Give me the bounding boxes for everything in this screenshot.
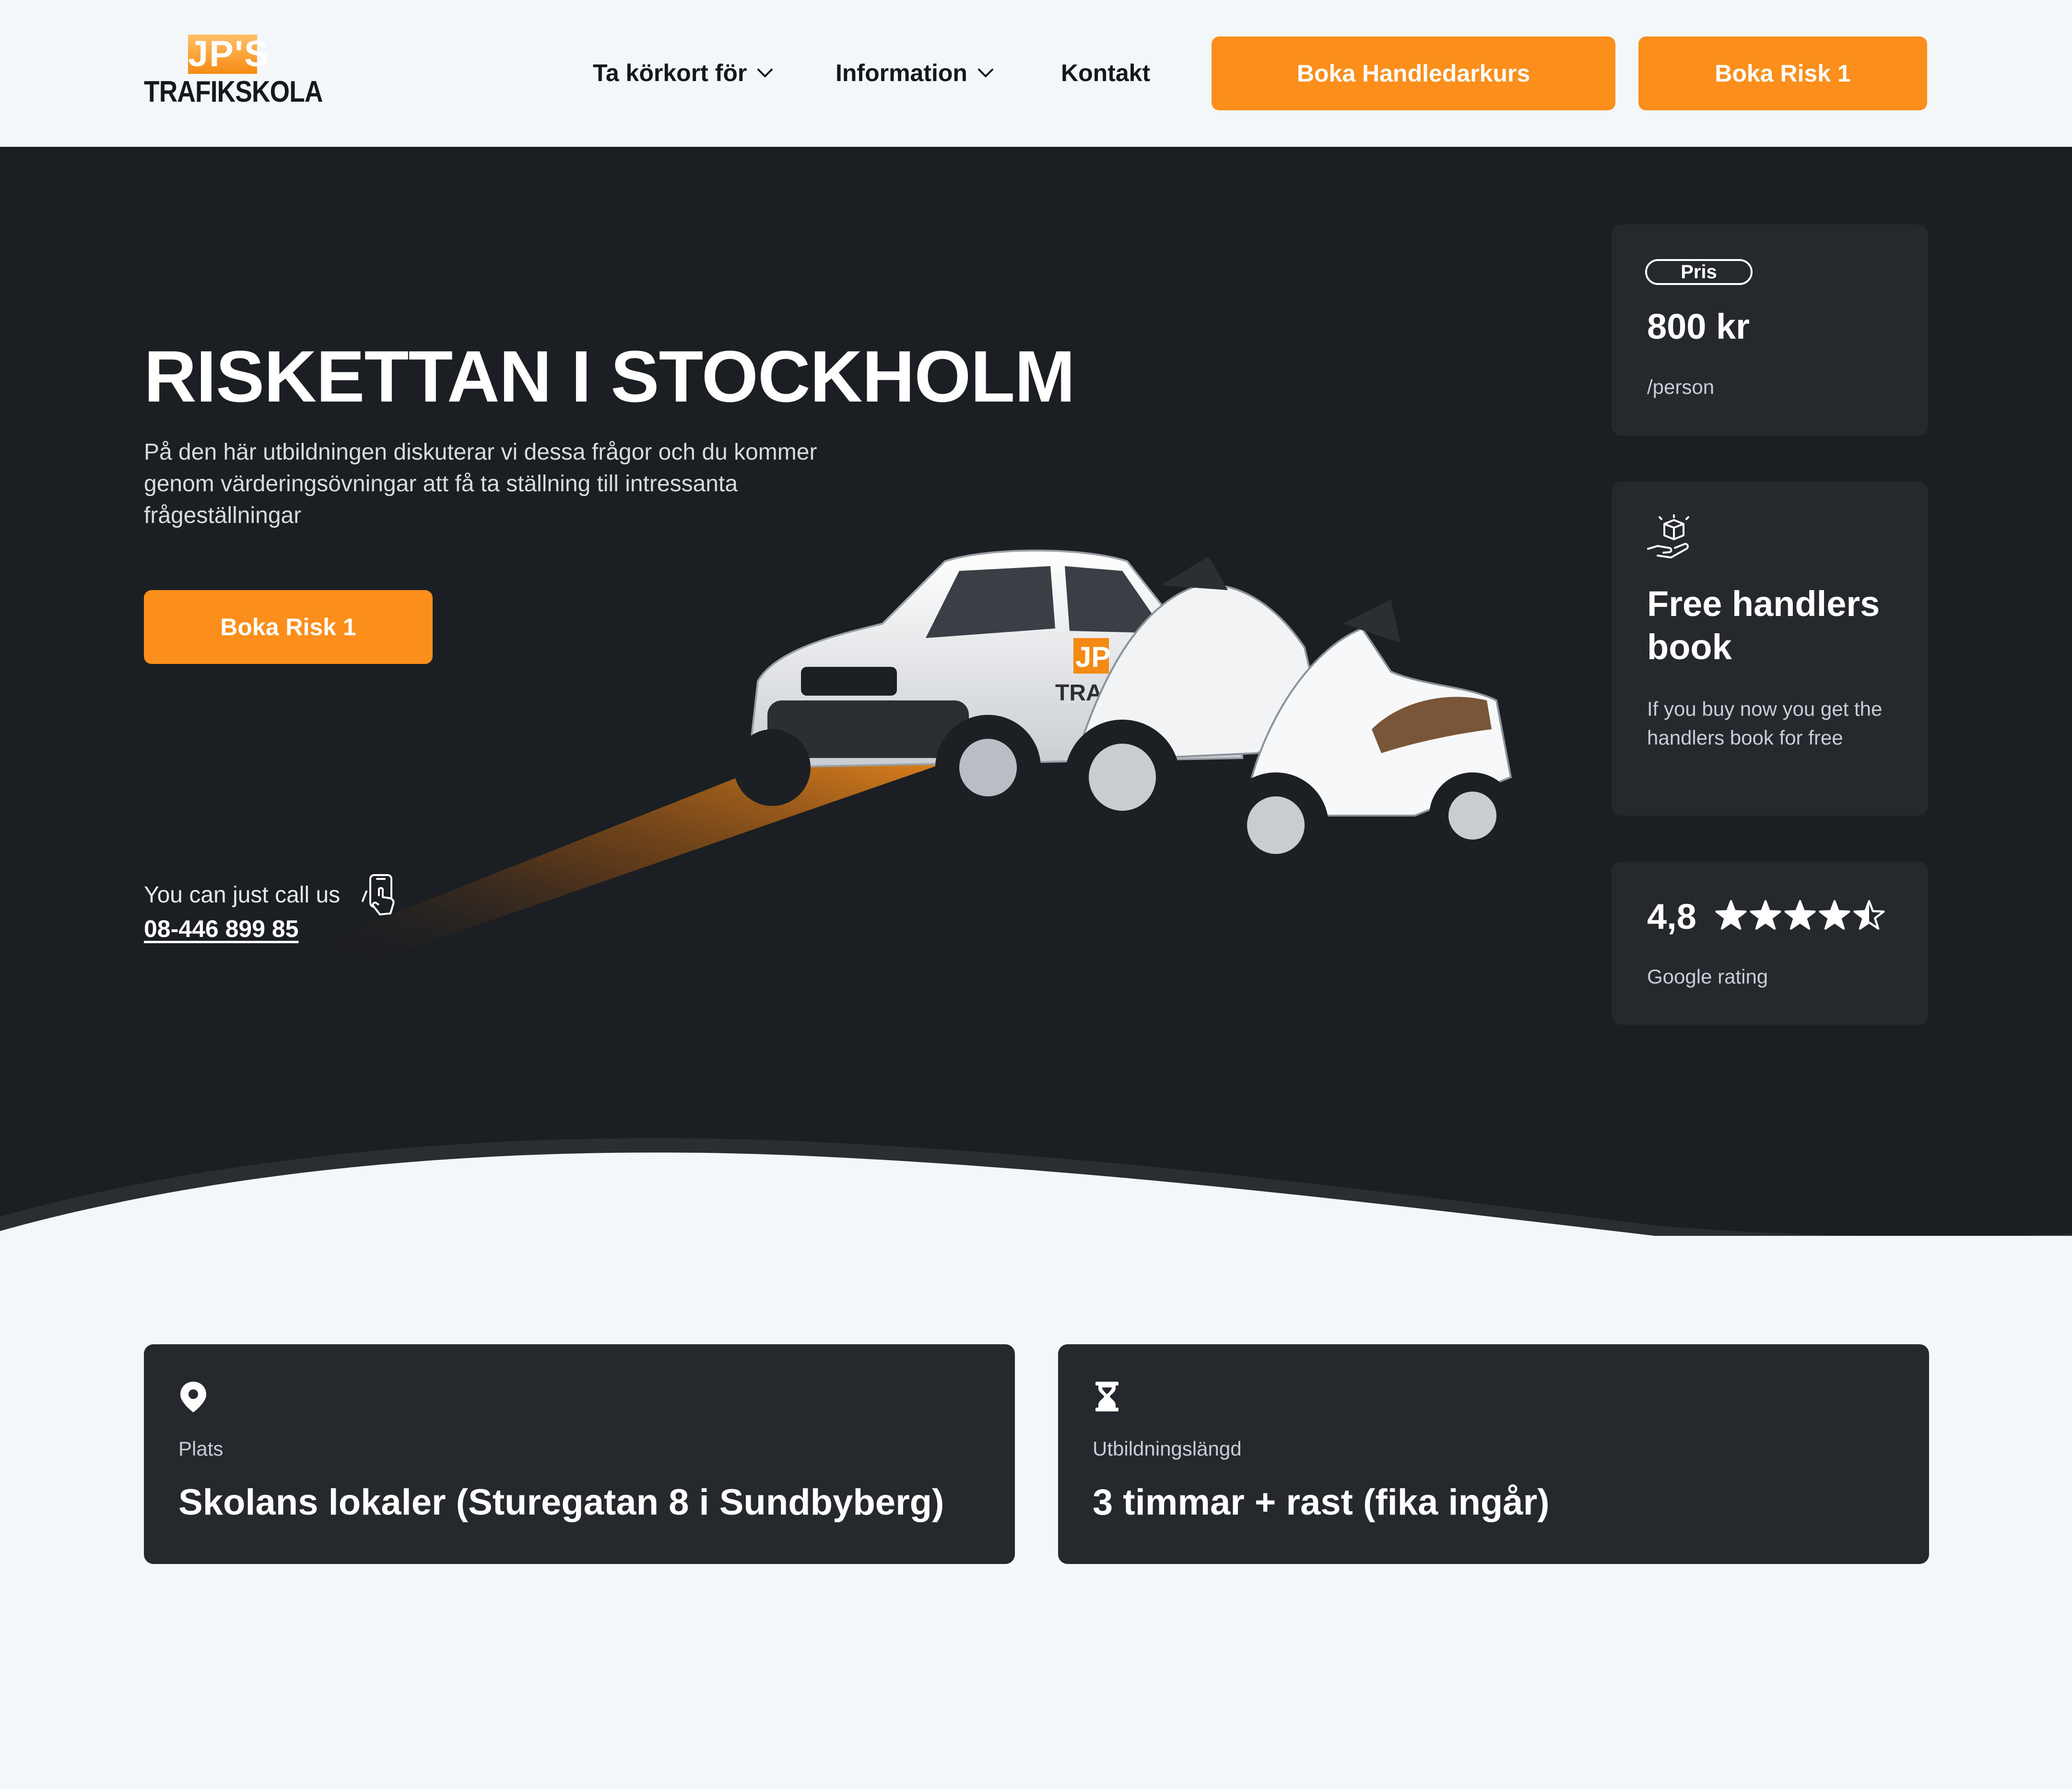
nav-item-information[interactable]: Information [836, 53, 994, 93]
phone-number-link[interactable]: 08-446 899 85 [144, 914, 299, 943]
hero-wave [0, 1138, 2072, 1236]
duration-card: Utbildningslängd 3 timmar + rast (fika i… [1058, 1344, 1929, 1564]
star-icon [1853, 900, 1885, 930]
hand-box-icon [1647, 514, 1689, 558]
duration-value: 3 timmar + rast (fika ingår) [1093, 1482, 1550, 1523]
rating-card [1612, 862, 1928, 1025]
rating-stars [1715, 899, 1885, 936]
location-pin-icon [180, 1382, 206, 1412]
phone-tap-icon [362, 874, 395, 915]
hero-description: På den här utbildningen diskuterar vi de… [144, 439, 817, 528]
chevron-down-icon [757, 69, 773, 77]
page-title: RISKETTAN I STOCKHOLM [144, 336, 1075, 417]
star-icon [1784, 900, 1816, 930]
duration-label: Utbildningslängd [1093, 1437, 1242, 1460]
nav-item-label: Kontakt [1061, 59, 1151, 86]
chevron-down-icon [977, 69, 993, 77]
free-book-description: If you buy now you get the handlers book… [1647, 698, 1883, 749]
free-book-title: Free handlers book [1647, 584, 1880, 667]
price-value: 800 kr [1647, 307, 1750, 346]
place-label: Plats [178, 1437, 224, 1460]
nav-item-label: Ta körkort för [593, 59, 747, 86]
price-unit: /person [1647, 376, 1715, 398]
car-badge-text: JP [1075, 641, 1110, 673]
star-icon [1819, 900, 1850, 930]
logo-badge: JP'S [188, 34, 270, 74]
book-risk1-hero-button[interactable]: Boka Risk 1 [144, 590, 433, 664]
call-label: You can just call us [144, 882, 341, 908]
book-handledarkurs-button[interactable]: Boka Handledarkurs [1212, 36, 1615, 110]
place-card: Plats Skolans lokaler (Sturegatan 8 i Su… [144, 1344, 1015, 1564]
nav-item-kontakt[interactable]: Kontakt [1061, 53, 1150, 93]
logo[interactable]: JP'S TRAFIKSKOLA [144, 34, 323, 111]
place-value: Skolans lokaler (Sturegatan 8 i Sundbybe… [178, 1482, 944, 1523]
logo-text: TRAFIKSKOLA [144, 75, 323, 108]
star-icon [1750, 900, 1781, 930]
nav-item-ta-korkort[interactable]: Ta körkort för [593, 53, 774, 93]
vehicles-illustration: JP TRAFIK [734, 549, 1516, 878]
rating-value: 4,8 [1647, 897, 1696, 936]
hourglass-icon [1095, 1382, 1118, 1411]
book-risk1-header-button[interactable]: Boka Risk 1 [1638, 36, 1927, 110]
nav-item-label: Information [836, 59, 967, 86]
star-icon [1715, 900, 1747, 930]
price-badge: Pris [1645, 259, 1753, 285]
rating-label: Google rating [1647, 965, 1768, 988]
